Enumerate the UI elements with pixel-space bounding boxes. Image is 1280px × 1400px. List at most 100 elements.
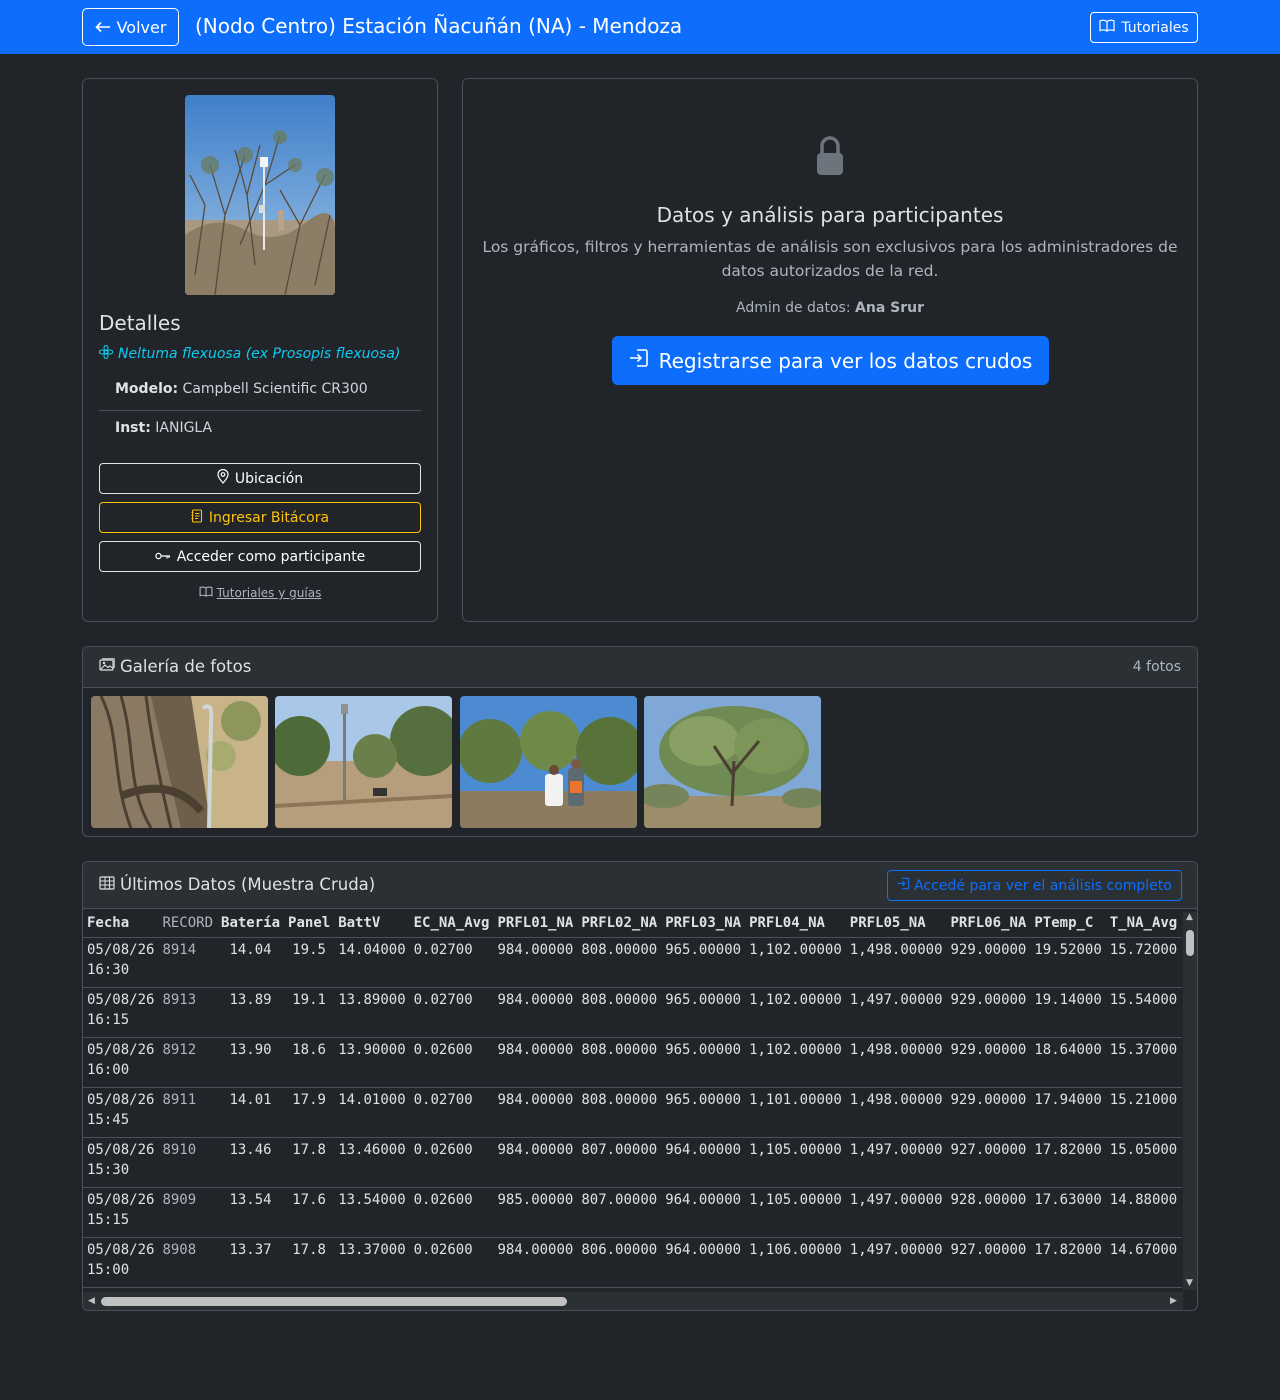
table-cell: 1,101.00000	[745, 1087, 846, 1138]
table-cell: 984.00000	[493, 1137, 578, 1188]
table-cell: 8909	[158, 1187, 218, 1238]
vertical-scrollbar[interactable]: ▲ ▼	[1183, 912, 1197, 1290]
raw-data-card: Últimos Datos (Muestra Cruda) Accedé par…	[82, 861, 1198, 1311]
table-cell: 1,102.00000	[745, 1037, 846, 1088]
register-button[interactable]: Registrarse para ver los datos crudos	[612, 336, 1049, 385]
table-cell: 929.00000	[946, 987, 1031, 1038]
top-navbar: Volver (Nodo Centro) Estación Ñacuñán (N…	[0, 0, 1280, 54]
gallery-header: Galería de fotos 4 fotos	[83, 647, 1197, 688]
table-row: 05/08/26 16:00 8912 13.90 18.6 13.90000 0.0260…	[83, 1037, 1182, 1088]
table-cell: 808.00000	[577, 1037, 662, 1088]
column-header: RECORD	[158, 912, 218, 938]
table-cell: 1,105.00000	[745, 1137, 846, 1188]
table-cell: 13.89	[217, 987, 285, 1038]
table-cell: 17.	[1181, 1187, 1182, 1238]
table-cell: 15.54000	[1105, 987, 1182, 1038]
table-cell: 927.00000	[946, 1137, 1031, 1188]
table-cell: 14.04	[217, 937, 285, 988]
table-cell: 1,498.00000	[845, 937, 947, 988]
table-row: 05/08/26 15:15 8909 13.54 17.6 13.54000 0.0260…	[83, 1187, 1182, 1238]
register-button-label: Registrarse para ver los datos crudos	[658, 348, 1033, 373]
table-cell: 929.00000	[946, 1087, 1031, 1138]
date-value: 05/08/26	[87, 1041, 155, 1058]
column-header: PRFL04_NA	[745, 912, 846, 938]
map-pin-icon	[217, 468, 229, 488]
scroll-up-icon[interactable]: ▲	[1186, 912, 1193, 922]
table-cell: 17.82000	[1030, 1237, 1106, 1288]
gallery-title-label: Galería de fotos	[120, 657, 252, 676]
table-cell: 8908	[158, 1237, 218, 1288]
table-cell: 18.64000	[1030, 1037, 1106, 1088]
horizontal-scroll-thumb[interactable]	[101, 1297, 567, 1306]
location-button[interactable]: Ubicación	[99, 463, 421, 494]
gallery-title: Galería de fotos	[99, 657, 251, 676]
locked-analysis-card: Datos y análisis para participantes Los …	[462, 78, 1198, 622]
table-cell: 964.00000	[661, 1187, 746, 1238]
full-analysis-button-label: Accedé para ver el análisis completo	[914, 877, 1172, 894]
table-cell: 927.00000	[946, 1237, 1031, 1288]
back-button[interactable]: Volver	[82, 8, 179, 46]
full-analysis-button[interactable]: Accedé para ver el análisis completo	[887, 870, 1182, 901]
station-photo[interactable]	[185, 95, 335, 295]
table-row: 05/08/26 15:45 8911 14.01 17.9 14.01000 0.0270…	[83, 1087, 1182, 1138]
table-cell: 0.02600	[409, 1037, 494, 1088]
species-link[interactable]: Neltuma flexuosa (ex Prosopis flexuosa)	[98, 344, 400, 363]
arrow-left-icon	[94, 18, 111, 37]
date-cell: 05/08/26 15:15	[83, 1187, 159, 1238]
institution-row: Inst: IANIGLA	[99, 420, 421, 436]
time-value: 16:00	[87, 1061, 130, 1078]
date-cell: 05/08/26 16:00	[83, 1037, 159, 1088]
data-table-scroll[interactable]: Fecha RECORD Batería Panel BattV EC_NA_Avg PRF…	[83, 912, 1182, 1288]
table-row: 05/08/26 15:30 8910 13.46 17.8 13.46000 0.0260…	[83, 1137, 1182, 1188]
gallery-photo[interactable]	[644, 696, 821, 828]
gallery-photo[interactable]	[275, 696, 452, 828]
table-cell: 965.00000	[661, 1037, 746, 1088]
scroll-right-icon[interactable]: ▶	[1170, 1296, 1177, 1306]
box-arrow-in-icon	[629, 348, 649, 373]
vertical-scroll-thumb[interactable]	[1186, 930, 1194, 956]
table-cell: 13.37	[217, 1237, 285, 1288]
tutorials-button[interactable]: Tutoriales	[1090, 12, 1198, 43]
date-value: 05/08/26	[87, 1191, 155, 1208]
scroll-left-icon[interactable]: ◀	[88, 1296, 95, 1306]
table-cell: 1,497.00000	[845, 1187, 947, 1238]
table-cell: 14.01000	[334, 1087, 410, 1138]
table-cell: 13.90000	[334, 1037, 410, 1088]
table-cell: 807.00000	[577, 1187, 662, 1238]
locked-title: Datos y análisis para participantes	[656, 203, 1004, 227]
flower-icon	[98, 344, 114, 363]
guides-link[interactable]: Tutoriales y guías	[83, 586, 437, 600]
lock-icon	[815, 135, 845, 181]
table-cell: 0.02700	[409, 937, 494, 988]
time-value: 15:00	[87, 1261, 130, 1278]
table-cell: 0.02600	[409, 1187, 494, 1238]
table-cell: 965.00000	[661, 987, 746, 1038]
model-row: Modelo: Campbell Scientific CR300	[99, 381, 421, 411]
column-header: BattV	[334, 912, 410, 938]
table-cell: 0.02600	[409, 1137, 494, 1188]
scroll-down-icon[interactable]: ▼	[1186, 1278, 1193, 1288]
table-row: 05/08/26 16:15 8913 13.89 19.1 13.89000 0.0270…	[83, 987, 1182, 1038]
table-cell: 8911	[158, 1087, 218, 1138]
table-cell: 1,497.00000	[845, 1137, 947, 1188]
table-row: 05/08/26 15:00 8908 13.37 17.8 13.37000 0.0260…	[83, 1237, 1182, 1288]
gallery-photo[interactable]	[460, 696, 637, 828]
page-title: (Nodo Centro) Estación Ñacuñán (NA) - Me…	[195, 14, 683, 38]
table-cell: 964.00000	[661, 1237, 746, 1288]
table-cell: 15.05000	[1105, 1137, 1182, 1188]
table-cell: 8913	[158, 987, 218, 1038]
column-header: Panel	[284, 912, 335, 938]
table-cell: 1,102.00000	[745, 937, 846, 988]
gallery-photo[interactable]	[91, 696, 268, 828]
table-icon	[99, 875, 115, 894]
column-header: PRFL02_NA	[577, 912, 662, 938]
horizontal-scrollbar[interactable]: ◀ ▶	[83, 1292, 1183, 1310]
participant-access-button[interactable]: Acceder como participante	[99, 541, 421, 572]
logbook-button[interactable]: Ingresar Bitácora	[99, 502, 421, 533]
table-cell: 1,105.00000	[745, 1187, 846, 1238]
table-cell: 806.00000	[577, 1237, 662, 1288]
date-cell: 05/08/26 16:30	[83, 937, 159, 988]
table-cell: 17.9	[284, 1087, 335, 1138]
table-cell: 16.	[1181, 1137, 1182, 1188]
date-value: 05/08/26	[87, 991, 155, 1008]
